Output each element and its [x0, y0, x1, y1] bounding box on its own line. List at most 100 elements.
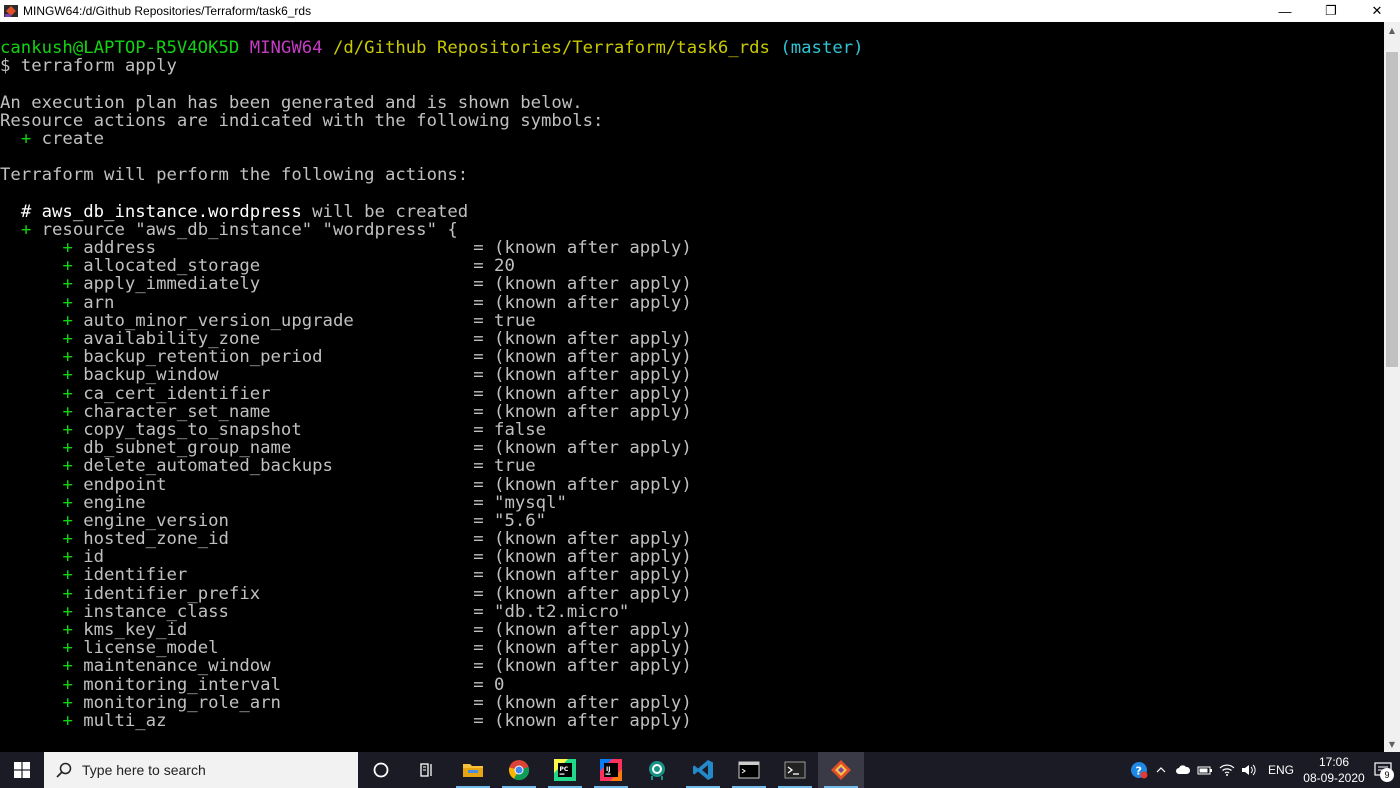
scroll-down-arrow-icon[interactable]: ▼: [1384, 736, 1400, 752]
battery-icon[interactable]: [1194, 752, 1216, 788]
windows-logo-icon: [14, 762, 30, 778]
widgets-icon[interactable]: [404, 752, 450, 788]
task-view-icon[interactable]: [358, 752, 404, 788]
notification-center-button[interactable]: 9: [1366, 752, 1400, 788]
resource-name: aws_db_instance.wordpress: [41, 201, 302, 222]
create-symbol: +: [20, 128, 32, 149]
plus-symbol: +: [62, 329, 73, 349]
terminal-icon[interactable]: [726, 752, 772, 788]
taskbar-search-box[interactable]: Type here to search: [44, 752, 358, 788]
attribute-name: engine_version: [83, 510, 229, 531]
wifi-icon[interactable]: [1216, 752, 1238, 788]
intellij-icon[interactable]: IJ: [588, 752, 634, 788]
plus-symbol: +: [62, 310, 73, 331]
plus-symbol: +: [62, 492, 73, 513]
attribute-line: + ca_cert_identifier = (known after apply…: [0, 383, 1384, 404]
plus-symbol: +: [62, 547, 73, 568]
attribute-value: = (known after apply): [473, 583, 692, 604]
attribute-value: = (known after apply): [473, 347, 692, 368]
start-button[interactable]: [0, 752, 44, 788]
prompt-branch: (master): [780, 38, 864, 58]
attribute-name: kms_key_id: [83, 620, 188, 640]
attribute-name: identifier_prefix: [83, 583, 261, 604]
attribute-value: = (known after apply): [473, 383, 692, 404]
svg-text:IJ: IJ: [606, 766, 610, 773]
close-button[interactable]: ✕: [1354, 0, 1400, 22]
language-indicator[interactable]: ENG: [1260, 763, 1302, 777]
scroll-up-arrow-icon[interactable]: ▲: [1384, 22, 1400, 38]
attribute-value: = 20: [473, 256, 515, 277]
attribute-value: = (known after apply): [473, 329, 692, 349]
attribute-value: = "5.6": [473, 510, 547, 531]
clock-date: 08-09-2020: [1303, 771, 1365, 785]
plus-symbol: +: [62, 638, 73, 659]
plus-symbol: +: [62, 365, 73, 386]
attribute-value: = (known after apply): [473, 274, 692, 295]
minimize-button[interactable]: —: [1262, 0, 1308, 22]
attribute-name: backup_window: [83, 365, 219, 386]
plus-symbol: +: [62, 438, 73, 459]
attribute-name: auto_minor_version_upgrade: [83, 310, 354, 331]
help-icon[interactable]: ?: [1128, 752, 1150, 788]
comment-hash: #: [20, 201, 32, 222]
attribute-name: monitoring_role_arn: [83, 692, 281, 713]
attribute-line: + apply_immediately = (known after apply): [0, 275, 1384, 293]
attribute-line: + id = (known after apply): [0, 548, 1384, 566]
create-symbol-label: create: [41, 128, 105, 149]
attribute-value: = (known after apply): [473, 547, 692, 568]
plus-symbol: +: [62, 238, 73, 259]
plus-symbol: +: [62, 401, 73, 422]
attribute-value: = (known after apply): [473, 565, 692, 586]
plus-symbol: +: [62, 510, 73, 531]
gitkraken-icon[interactable]: [634, 752, 680, 788]
powershell-icon[interactable]: [772, 752, 818, 788]
attribute-value: = "mysql": [473, 492, 567, 513]
attribute-value: = (known after apply): [473, 529, 692, 550]
plus-symbol: +: [62, 620, 73, 640]
notification-count-badge: 9: [1380, 768, 1394, 782]
taskbar: Type here to search PC IJ ? ENG 17:06 08…: [0, 752, 1400, 788]
attribute-value: = (known after apply): [473, 292, 692, 313]
attribute-name: maintenance_window: [83, 656, 271, 677]
attribute-value: = (known after apply): [473, 638, 692, 659]
attribute-line: + identifier_prefix = (known after apply): [0, 583, 1384, 604]
will-be-created: will be created: [312, 201, 469, 222]
scroll-thumb[interactable]: [1386, 52, 1398, 367]
pycharm-icon[interactable]: PC: [542, 752, 588, 788]
attribute-line: + engine = "mysql": [0, 492, 1384, 513]
plus-symbol: +: [62, 529, 73, 550]
volume-icon[interactable]: [1238, 752, 1260, 788]
maximize-button[interactable]: ❐: [1308, 0, 1354, 22]
terminal-output[interactable]: cankush@LAPTOP-R5V4OK5D MINGW64 /d/Githu…: [0, 22, 1384, 752]
chevron-up-icon[interactable]: [1150, 752, 1172, 788]
attribute-name: apply_immediately: [83, 274, 261, 295]
attribute-name: id: [83, 547, 105, 568]
attribute-line: + delete_automated_backups = true: [0, 457, 1384, 475]
attribute-line: + monitoring_interval = 0: [0, 675, 1384, 693]
attribute-value: = false: [473, 419, 547, 440]
plus-symbol: +: [62, 474, 73, 495]
resource-decl: resource "aws_db_instance" "wordpress" {: [41, 219, 458, 240]
attribute-value: = (known after apply): [473, 238, 692, 259]
vertical-scrollbar[interactable]: ▲ ▼: [1384, 22, 1400, 752]
clock[interactable]: 17:06 08-09-2020: [1302, 754, 1366, 786]
prompt-env: MINGW64: [249, 38, 323, 58]
attribute-line: + instance_class = "db.t2.micro": [0, 603, 1384, 621]
attribute-value: = (known after apply): [473, 474, 692, 495]
vscode-icon[interactable]: [680, 752, 726, 788]
attribute-value: = (known after apply): [473, 620, 692, 640]
prompt-path: /d/Github Repositories/Terraform/task6_r…: [332, 38, 770, 58]
file-explorer-icon[interactable]: [450, 752, 496, 788]
prompt-user-host: cankush@LAPTOP-R5V4OK5D: [0, 38, 240, 58]
cloud-icon[interactable]: [1172, 752, 1194, 788]
attribute-name: character_set_name: [83, 401, 271, 422]
git-bash-icon[interactable]: [818, 752, 864, 788]
attribute-value: = true: [473, 456, 536, 477]
plus-symbol: +: [62, 419, 73, 440]
git-bash-app-icon: [3, 3, 19, 19]
intro-line: Resource actions are indicated with the …: [0, 110, 604, 131]
chrome-icon[interactable]: [496, 752, 542, 788]
